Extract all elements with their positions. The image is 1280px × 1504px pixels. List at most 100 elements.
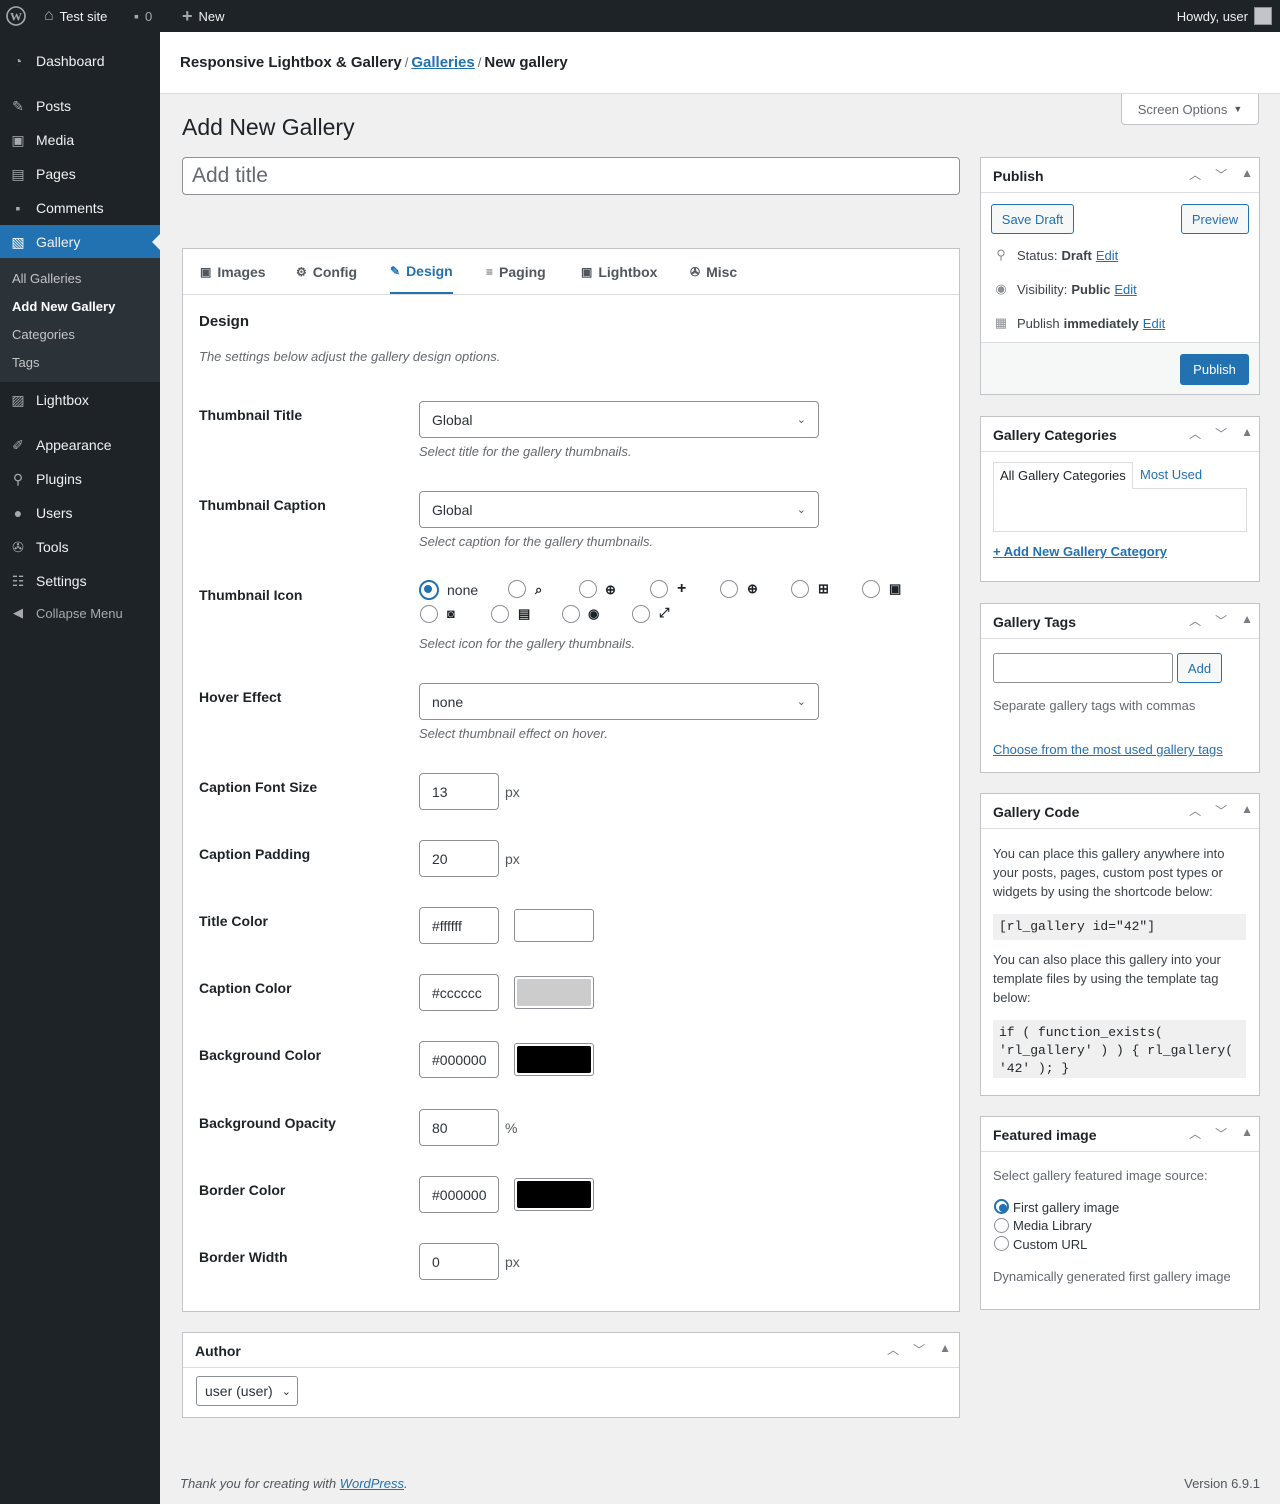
- move-up-icon[interactable]: ︿: [1189, 425, 1201, 442]
- menu-users[interactable]: ● Users: [0, 496, 160, 530]
- move-down-icon[interactable]: ﹀: [913, 1341, 925, 1358]
- icon-radio-search[interactable]: [508, 580, 526, 598]
- title-color-input[interactable]: #ffffff: [419, 907, 499, 944]
- menu-posts[interactable]: ✎ Posts: [0, 89, 160, 123]
- new-tag-input[interactable]: [993, 653, 1173, 683]
- edit-status-link[interactable]: Edit: [1096, 248, 1118, 263]
- icon-radio-expand[interactable]: [632, 605, 650, 623]
- menu-dashboard[interactable]: ◔ Dashboard: [0, 44, 160, 78]
- section-description: The settings below adjust the gallery de…: [199, 349, 501, 364]
- icon-radio-plus[interactable]: [650, 580, 668, 598]
- wordpress-link[interactable]: WordPress: [340, 1476, 404, 1491]
- menu-lines-icon: ≡: [486, 264, 494, 279]
- wordpress-logo-button[interactable]: W: [6, 0, 26, 32]
- my-account-link[interactable]: Howdy, user: [1177, 0, 1272, 32]
- menu-media[interactable]: ▣ Media: [0, 123, 160, 157]
- border-color-swatch[interactable]: [514, 1178, 594, 1211]
- menu-label: Gallery: [36, 234, 81, 250]
- submenu-tags[interactable]: Tags: [12, 355, 39, 370]
- background-opacity-input[interactable]: 80: [419, 1109, 499, 1146]
- caption-padding-input[interactable]: 20: [419, 840, 499, 877]
- move-up-icon[interactable]: ︿: [1189, 612, 1201, 629]
- tab-all-categories[interactable]: All Gallery Categories: [993, 462, 1133, 489]
- add-category-link[interactable]: + Add New Gallery Category: [993, 544, 1167, 559]
- select-value: user (user): [205, 1383, 273, 1399]
- icon-radio-plus-circle[interactable]: [720, 580, 738, 598]
- thumbnail-caption-select[interactable]: Global ⌄: [419, 491, 819, 528]
- title-color-swatch[interactable]: [514, 909, 594, 942]
- toggle-panel-icon[interactable]: ▲: [939, 1341, 951, 1358]
- tab-misc[interactable]: ✇ Misc: [690, 249, 737, 294]
- icon-radio-plus-square[interactable]: [791, 580, 809, 598]
- featured-radio-first[interactable]: [994, 1199, 1009, 1214]
- tab-most-used[interactable]: Most Used: [1140, 467, 1202, 482]
- move-up-icon[interactable]: ︿: [887, 1341, 899, 1358]
- tab-design[interactable]: ✎ Design: [390, 249, 453, 294]
- caption-color-input[interactable]: #cccccc: [419, 974, 499, 1011]
- icon-radio-eye[interactable]: [562, 605, 580, 623]
- move-up-icon[interactable]: ︿: [1189, 1125, 1201, 1142]
- add-tag-button[interactable]: Add: [1177, 653, 1222, 683]
- move-up-icon[interactable]: ︿: [1189, 166, 1201, 183]
- publish-box-title: Publish: [993, 168, 1044, 184]
- icon-radio-image[interactable]: [862, 580, 880, 598]
- featured-radio-custom-url[interactable]: [994, 1236, 1009, 1251]
- breadcrumb-galleries-link[interactable]: Galleries: [411, 54, 474, 71]
- collapse-menu-button[interactable]: ◀ Collapse Menu: [0, 596, 160, 630]
- menu-tools[interactable]: ✇ Tools: [0, 530, 160, 564]
- gallery-title-input[interactable]: [182, 157, 960, 195]
- menu-appearance[interactable]: ✐ Appearance: [0, 428, 160, 462]
- menu-lightbox[interactable]: ▨ Lightbox: [0, 383, 160, 417]
- choose-tags-link[interactable]: Choose from the most used gallery tags: [993, 742, 1223, 757]
- shortcode-text[interactable]: [rl_gallery id="42"]: [993, 914, 1246, 940]
- new-content-link[interactable]: + New: [182, 0, 225, 32]
- toggle-panel-icon[interactable]: ▲: [1241, 166, 1253, 183]
- border-color-input[interactable]: #000000: [419, 1176, 499, 1213]
- publish-button[interactable]: Publish: [1180, 354, 1249, 385]
- icon-radio-camera[interactable]: [420, 605, 438, 623]
- edit-visibility-link[interactable]: Edit: [1114, 282, 1136, 297]
- tab-config[interactable]: ⚙ Config: [296, 249, 357, 294]
- border-width-input[interactable]: 0: [419, 1243, 499, 1280]
- preview-button[interactable]: Preview: [1181, 204, 1249, 234]
- icon-radio-none[interactable]: [419, 580, 439, 600]
- submenu-categories[interactable]: Categories: [12, 327, 75, 342]
- menu-pages[interactable]: ▤ Pages: [0, 157, 160, 191]
- move-down-icon[interactable]: ﹀: [1215, 166, 1227, 183]
- tab-paging[interactable]: ≡ Paging: [486, 249, 546, 294]
- comments-link[interactable]: ▪ 0: [134, 0, 152, 32]
- caption-color-swatch[interactable]: [514, 976, 594, 1009]
- screen-options-button[interactable]: Screen Options ▼: [1121, 94, 1259, 125]
- move-down-icon[interactable]: ﹀: [1215, 802, 1227, 819]
- menu-plugins[interactable]: ⚲ Plugins: [0, 462, 160, 496]
- move-down-icon[interactable]: ﹀: [1215, 425, 1227, 442]
- site-name-link[interactable]: ⌂ Test site: [44, 0, 107, 32]
- thumbnail-title-select[interactable]: Global ⌄: [419, 401, 819, 438]
- lightbox-icon: ▨: [11, 391, 25, 408]
- template-tag-code[interactable]: if ( function_exists( 'rl_gallery' ) ) {…: [993, 1020, 1246, 1078]
- save-draft-button[interactable]: Save Draft: [991, 204, 1074, 234]
- background-color-input[interactable]: #000000: [419, 1041, 499, 1078]
- move-up-icon[interactable]: ︿: [1189, 802, 1201, 819]
- hover-effect-select[interactable]: none ⌄: [419, 683, 819, 720]
- move-down-icon[interactable]: ﹀: [1215, 612, 1227, 629]
- background-color-swatch[interactable]: [514, 1043, 594, 1076]
- menu-settings[interactable]: ☷ Settings: [0, 564, 160, 598]
- author-select[interactable]: user (user) ⌄: [196, 1376, 298, 1406]
- submenu-all-galleries[interactable]: All Galleries: [12, 271, 81, 286]
- toggle-panel-icon[interactable]: ▲: [1241, 612, 1253, 629]
- caption-font-size-input[interactable]: 13: [419, 773, 499, 810]
- icon-radio-zoom[interactable]: [579, 580, 597, 598]
- edit-schedule-link[interactable]: Edit: [1143, 316, 1165, 331]
- toggle-panel-icon[interactable]: ▲: [1241, 425, 1253, 442]
- featured-radio-media-library[interactable]: [994, 1218, 1009, 1233]
- menu-comments[interactable]: ▪ Comments: [0, 191, 160, 225]
- tab-lightbox[interactable]: ▣ Lightbox: [581, 249, 657, 294]
- menu-gallery[interactable]: ▧ Gallery: [0, 225, 160, 259]
- tab-images[interactable]: ▣ Images: [200, 249, 266, 294]
- toggle-panel-icon[interactable]: ▲: [1241, 802, 1253, 819]
- submenu-add-new-gallery[interactable]: Add New Gallery: [12, 299, 115, 314]
- move-down-icon[interactable]: ﹀: [1215, 1125, 1227, 1142]
- toggle-panel-icon[interactable]: ▲: [1241, 1125, 1253, 1142]
- icon-radio-photo[interactable]: [491, 605, 509, 623]
